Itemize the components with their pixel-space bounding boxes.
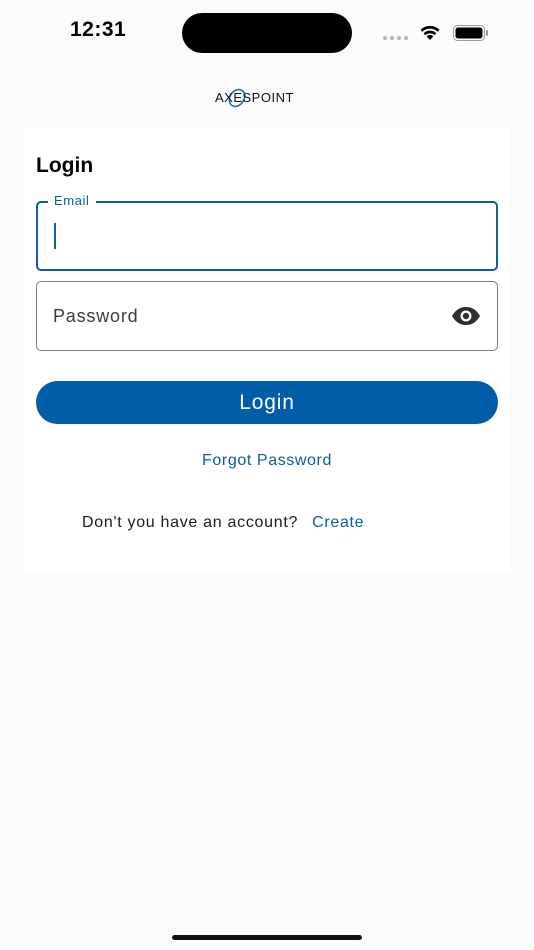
login-title: Login — [36, 154, 94, 177]
cellular-signal-icon — [383, 36, 408, 40]
status-time: 12:31 — [70, 18, 127, 41]
home-indicator[interactable] — [172, 935, 362, 940]
login-card: Login Email Password Login Forgot Passwo… — [24, 128, 510, 572]
forgot-password-row: Forgot Password — [24, 452, 510, 470]
email-label: Email — [48, 193, 96, 209]
email-field[interactable]: Email — [36, 193, 498, 271]
logo-wordmark: AXESPOINT — [215, 90, 294, 105]
battery-icon — [453, 25, 488, 41]
forgot-password-link[interactable]: Forgot Password — [202, 452, 332, 469]
signup-prompt: Don't you have an account? — [82, 514, 299, 531]
axespoint-logo: AXESPOINT — [215, 88, 294, 108]
dynamic-island — [182, 13, 352, 53]
eye-icon[interactable] — [451, 306, 481, 326]
signup-row: Don't you have an account? Create — [82, 514, 364, 532]
create-account-link[interactable]: Create — [312, 514, 364, 531]
password-field[interactable]: Password — [36, 281, 498, 351]
email-input[interactable] — [38, 203, 496, 269]
password-placeholder: Password — [53, 306, 139, 326]
login-button[interactable]: Login — [36, 381, 498, 424]
status-bar: 12:31 — [0, 0, 534, 66]
text-caret — [54, 223, 56, 249]
wifi-icon — [420, 25, 440, 40]
